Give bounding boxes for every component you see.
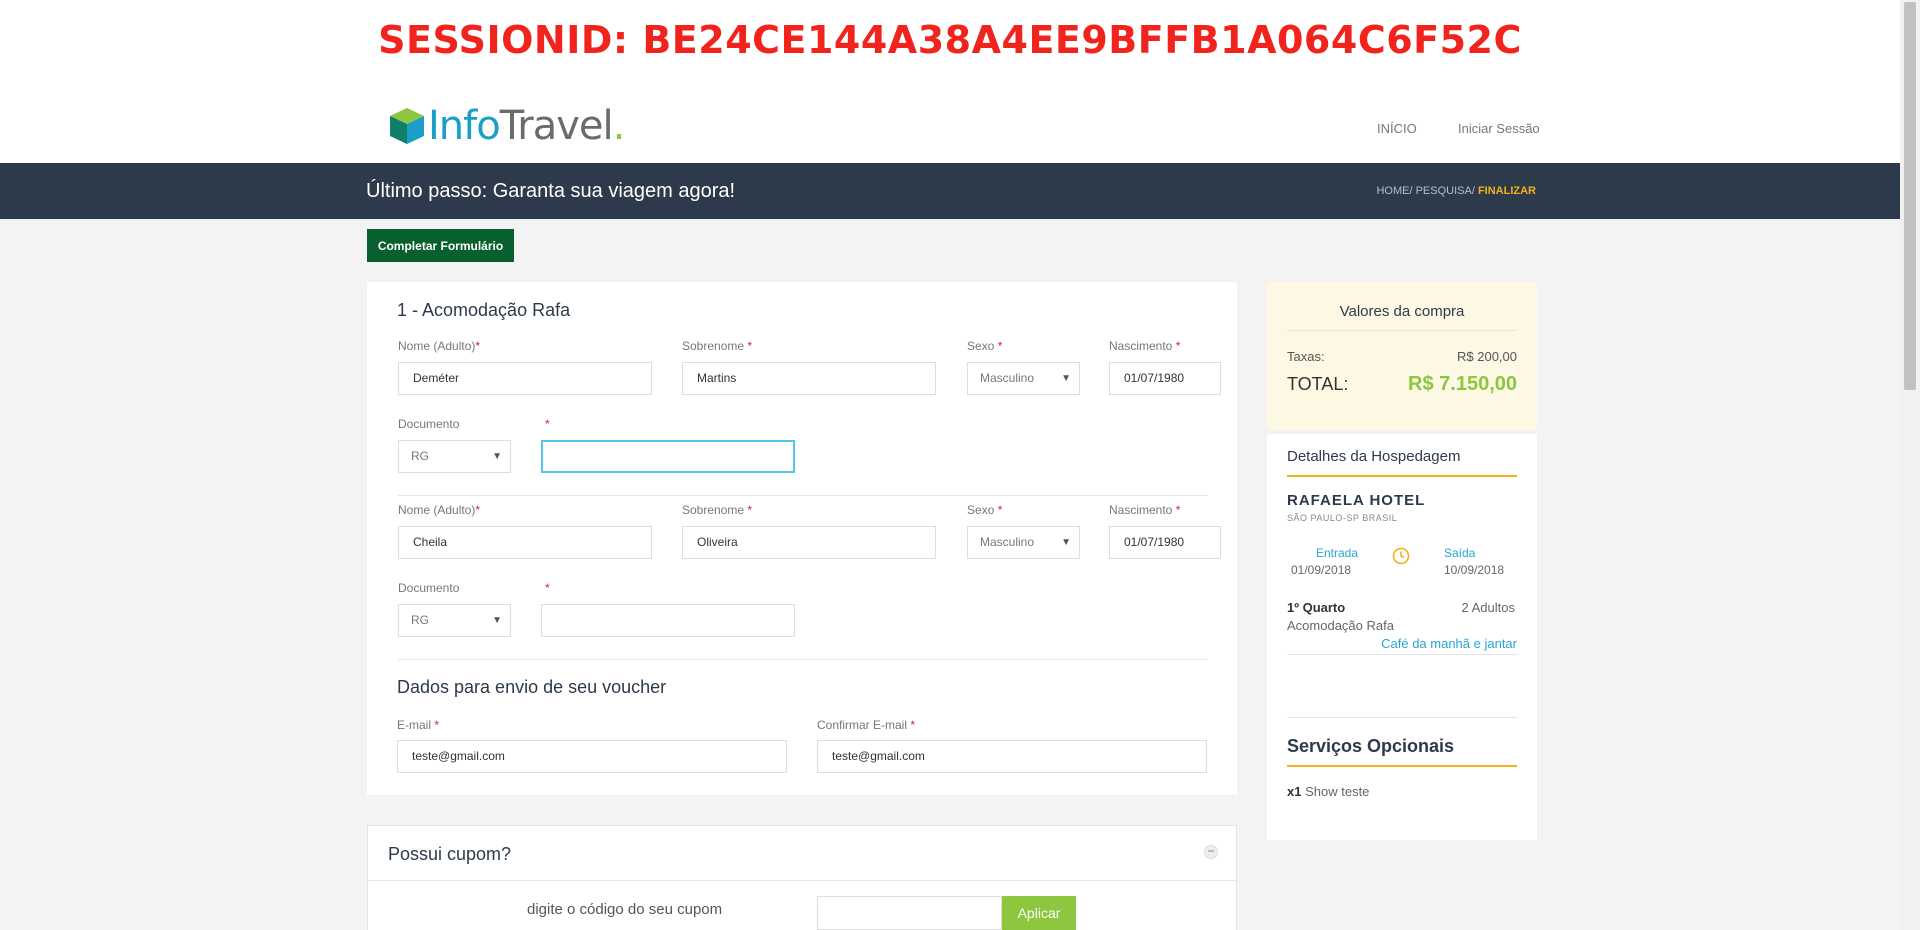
complete-form-button[interactable]: Completar Formulário bbox=[367, 229, 514, 262]
logo-dot: . bbox=[612, 103, 626, 149]
apply-coupon-button[interactable]: Aplicar bbox=[1002, 896, 1076, 930]
logo-part-l: l bbox=[602, 103, 614, 149]
total-label: TOTAL: bbox=[1287, 374, 1349, 394]
breadcrumb-home[interactable]: HOME/ bbox=[1376, 185, 1412, 197]
coupon-section: Possui cupom? − digite o código do seu c… bbox=[367, 825, 1237, 930]
coupon-divider bbox=[368, 880, 1236, 881]
infotravel-logo[interactable]: InfoTravel. bbox=[388, 103, 626, 149]
guest1-document-type-select[interactable]: RG ▼ bbox=[398, 440, 511, 473]
guest2-document-number-input[interactable] bbox=[541, 604, 795, 637]
dropdown-caret-icon: ▼ bbox=[1061, 537, 1071, 548]
logo-part-travel: Trave bbox=[499, 103, 604, 149]
logo-wordmark: InfoTravel. bbox=[428, 103, 626, 149]
room-meal-plan: Café da manhã e jantar bbox=[1381, 636, 1517, 651]
coupon-code-input[interactable] bbox=[817, 896, 1002, 930]
email-input[interactable]: teste@gmail.com bbox=[397, 740, 787, 773]
guest1-document-label: Documento bbox=[398, 417, 460, 431]
summary-title: Valores da compra bbox=[1339, 303, 1465, 320]
guest2-birth-input[interactable]: 01/07/1980 bbox=[1109, 526, 1221, 559]
room-divider bbox=[1287, 654, 1517, 655]
page-scrollbar[interactable] bbox=[1900, 0, 1920, 930]
page-header-band: Último passo: Garanta sua viagem agora! … bbox=[0, 163, 1900, 219]
breadcrumb-current: FINALIZAR bbox=[1477, 185, 1536, 197]
guest1-surname-input[interactable]: Martins bbox=[682, 362, 936, 395]
guest1-doc-required-mark: * bbox=[545, 417, 550, 431]
checkout-date: 10/09/2018 bbox=[1444, 563, 1505, 577]
coupon-hint: digite o código do seu cupom bbox=[527, 901, 723, 918]
guest2-name-label: Nome (Adulto)* bbox=[398, 503, 481, 517]
dropdown-caret-icon: ▼ bbox=[492, 615, 502, 626]
guest-form-panel: 1 - Acomodação Rafa Nome (Adulto)* Demét… bbox=[367, 282, 1237, 795]
top-bar: SESSIONID: BE24CE144A38A4EE9BFFB1A064C6F… bbox=[0, 0, 1900, 163]
page-title: Último passo: Garanta sua viagem agora! bbox=[366, 180, 736, 202]
guest1-birth-input[interactable]: 01/07/1980 bbox=[1109, 362, 1221, 395]
guest1-sex-select[interactable]: Masculino ▼ bbox=[967, 362, 1080, 395]
guest2-document-type-select[interactable]: RG ▼ bbox=[398, 604, 511, 637]
nav-login-link[interactable]: Iniciar Sessão bbox=[1458, 121, 1540, 136]
guest1-document-number-input[interactable] bbox=[541, 440, 795, 473]
confirm-email-label: Confirmar E-mail * bbox=[817, 718, 916, 732]
guest2-name-input[interactable]: Cheila bbox=[398, 526, 652, 559]
confirm-email-input[interactable]: teste@gmail.com bbox=[817, 740, 1207, 773]
room-label: 1º Quarto bbox=[1287, 600, 1346, 615]
taxes-label: Taxas: bbox=[1287, 349, 1325, 364]
email-label: E-mail * bbox=[397, 718, 440, 732]
guest2-surname-input[interactable]: Oliveira bbox=[682, 526, 936, 559]
total-value: R$ 7.150,00 bbox=[1408, 373, 1517, 395]
session-id-banner: SESSIONID: BE24CE144A38A4EE9BFFB1A064C6F… bbox=[378, 18, 1522, 62]
details-underline bbox=[1287, 475, 1517, 477]
taxes-value: R$ 200,00 bbox=[1457, 349, 1517, 364]
nav-home-link[interactable]: INÍCIO bbox=[1377, 121, 1417, 136]
guest2-doc-required-mark: * bbox=[545, 581, 550, 595]
guest-divider bbox=[398, 495, 1208, 496]
dropdown-caret-icon: ▼ bbox=[492, 451, 502, 462]
clock-icon bbox=[1392, 547, 1410, 565]
summary-divider bbox=[1287, 330, 1517, 331]
coupon-title[interactable]: Possui cupom? bbox=[388, 844, 511, 865]
accommodation-title: 1 - Acomodação Rafa bbox=[397, 300, 571, 320]
service-item: x1 Show teste bbox=[1287, 784, 1370, 799]
checkout-label: Saída bbox=[1444, 546, 1476, 560]
guest1-sex-label: Sexo * bbox=[967, 339, 1003, 353]
guest2-surname-label: Sobrenome * bbox=[682, 503, 753, 517]
checkin-label: Entrada bbox=[1316, 546, 1359, 560]
hotel-location: SÃO PAULO-SP BRASIL bbox=[1287, 513, 1398, 523]
services-divider bbox=[1287, 717, 1517, 718]
room-adults: 2 Adultos bbox=[1461, 600, 1516, 615]
voucher-divider bbox=[398, 659, 1208, 660]
voucher-title: Dados para envio de seu voucher bbox=[397, 677, 667, 697]
scrollbar-thumb[interactable] bbox=[1904, 2, 1916, 390]
purchase-summary: Valores da compra Taxas: R$ 200,00 TOTAL… bbox=[1267, 282, 1537, 430]
breadcrumb: HOME/ PESQUISA/ FINALIZAR bbox=[1376, 185, 1536, 197]
logo-part-info: Info bbox=[428, 103, 501, 149]
checkin-date: 01/09/2018 bbox=[1291, 563, 1352, 577]
breadcrumb-search[interactable]: PESQUISA/ bbox=[1416, 185, 1475, 197]
details-title: Detalhes da Hospedagem bbox=[1287, 448, 1461, 465]
optional-services-title: Serviços Opcionais bbox=[1287, 736, 1455, 756]
collapse-icon[interactable]: − bbox=[1204, 845, 1218, 859]
guest2-birth-label: Nascimento * bbox=[1109, 503, 1181, 517]
hotel-name: RAFAELA HOTEL bbox=[1287, 492, 1426, 509]
cube-logo-icon bbox=[390, 108, 424, 144]
guest2-sex-label: Sexo * bbox=[967, 503, 1003, 517]
stay-details: Detalhes da Hospedagem RAFAELA HOTEL SÃO… bbox=[1267, 434, 1537, 840]
dropdown-caret-icon: ▼ bbox=[1061, 373, 1071, 384]
services-underline bbox=[1287, 765, 1517, 767]
guest2-sex-select[interactable]: Masculino ▼ bbox=[967, 526, 1080, 559]
guest2-document-label: Documento bbox=[398, 581, 460, 595]
guest1-birth-label: Nascimento * bbox=[1109, 339, 1181, 353]
room-accommodation: Acomodação Rafa bbox=[1287, 618, 1394, 633]
guest1-name-label: Nome (Adulto)* bbox=[398, 339, 481, 353]
guest1-name-input[interactable]: Deméter bbox=[398, 362, 652, 395]
guest1-surname-label: Sobrenome * bbox=[682, 339, 753, 353]
